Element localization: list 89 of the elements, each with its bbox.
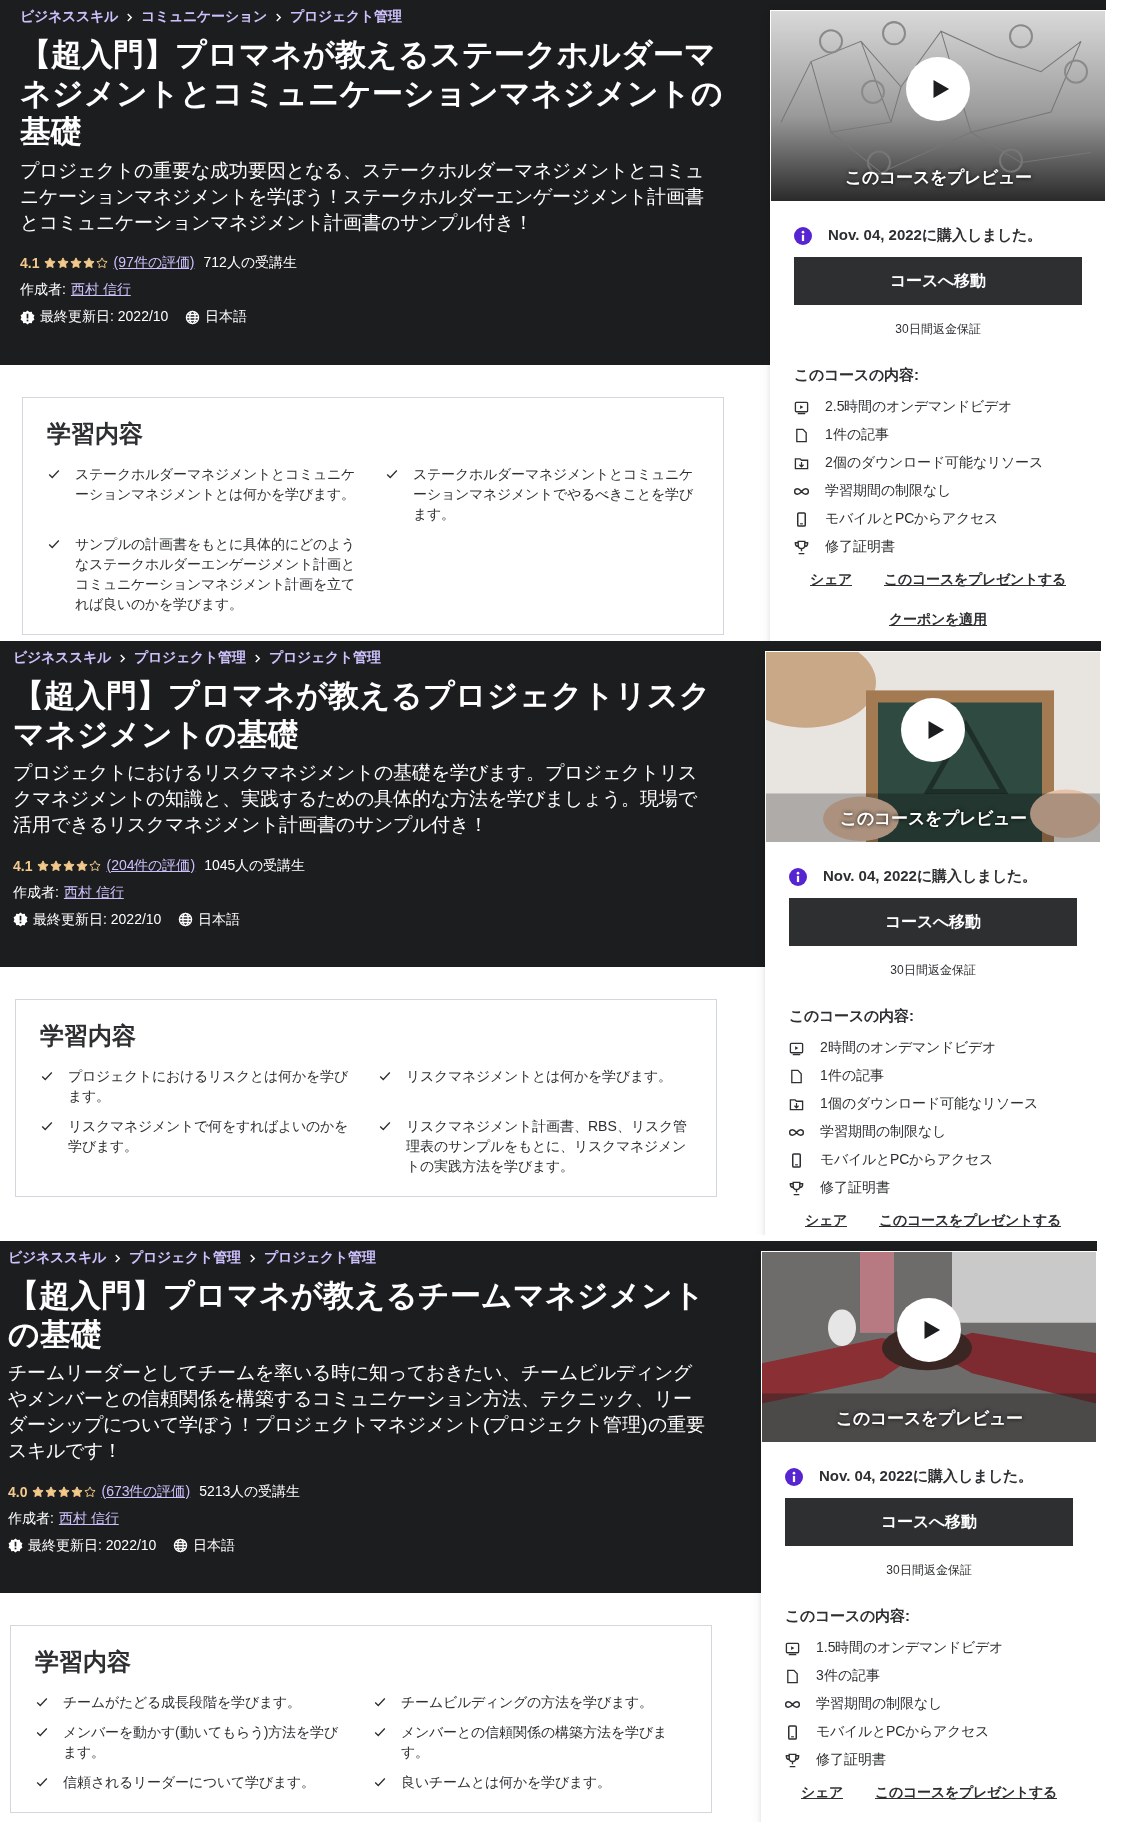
learning-point: サンプルの計画書をもとに具体的にどのようなステークホルダーエンゲージメント計画とコミュニケーションマネジメント計画を立てれば良いのかを学びます。: [75, 534, 356, 614]
learning-point: チームがたどる成長段階を学びます。: [63, 1693, 302, 1712]
learning-point: メンバーを動かす(動いてもらう)方法を学びます。: [63, 1723, 340, 1762]
include-item: 学習期間の制限なし: [825, 482, 951, 500]
breadcrumb-link[interactable]: プロジェクト管理: [134, 649, 246, 667]
includes-heading: このコースの内容:: [789, 1007, 915, 1026]
author-label: 作成者:: [8, 1509, 54, 1528]
learning-point: メンバーとの信頼関係の構築方法を学びます。: [401, 1723, 668, 1762]
guarantee-note: 30日間返金保証: [894, 321, 982, 338]
go-to-course-button[interactable]: コースへ移動: [794, 257, 1082, 305]
purchase-date: Nov. 04, 2022に購入しました。: [828, 226, 1042, 245]
last-updated: 最終更新日: 2022/10: [28, 1536, 157, 1555]
learn-heading: 学習内容: [40, 1021, 137, 1051]
rating-score: 4.1: [13, 857, 33, 874]
includes-heading: このコースの内容:: [794, 366, 920, 385]
guarantee-note: 30日間返金保証: [885, 1562, 973, 1579]
coupon-link[interactable]: クーポンを適用: [889, 611, 987, 629]
include-item: 修了証明書: [816, 1751, 886, 1769]
course-title: 【超入門】プロマネが教えるチームマネジメントの基礎: [8, 1277, 706, 1354]
student-count: 5213人の受講生: [199, 1482, 301, 1501]
learning-point: リスクマネジメント計画書、RBS、リスク管理表のサンプルをもとに、リスクマネジメントの実践方法を学びます。: [406, 1117, 688, 1176]
learning-point: ステークホルダーマネジメントとコミュニケーションマネジメントとは何かを学びます。: [75, 464, 356, 504]
breadcrumb-link[interactable]: ビジネススキル: [8, 1249, 106, 1267]
student-count: 1045人の受講生: [204, 856, 306, 875]
learning-point: プロジェクトにおけるリスクとは何かを学びます。: [68, 1067, 349, 1106]
learning-point: 良いチームとは何かを学びます。: [401, 1773, 612, 1792]
learning-point: チームビルディングの方法を学びます。: [401, 1693, 654, 1712]
sidebar-link[interactable]: シェア: [810, 571, 852, 589]
include-item: 3件の記事: [816, 1667, 880, 1685]
learn-heading: 学習内容: [47, 418, 144, 449]
author-label: 作成者:: [20, 281, 66, 299]
sidebar-link[interactable]: シェア: [801, 1784, 843, 1802]
include-item: モバイルとPCからアクセス: [820, 1151, 994, 1169]
author-link[interactable]: 西村 信行: [70, 281, 131, 299]
learning-point: 信頼されるリーダーについて学びます。: [63, 1773, 316, 1792]
include-item: 修了証明書: [820, 1179, 890, 1197]
learning-point: リスクマネジメントとは何かを学びます。: [406, 1067, 673, 1086]
reviews-link[interactable]: (673件の評価): [101, 1482, 191, 1501]
language: 日本語: [193, 1536, 236, 1555]
course-title: 【超入門】プロマネが教えるプロジェクトリスクマネジメントの基礎: [13, 677, 712, 754]
author-link[interactable]: 西村 信行: [58, 1509, 119, 1528]
breadcrumb-link[interactable]: プロジェクト管理: [129, 1249, 241, 1267]
include-item: 1件の記事: [820, 1067, 884, 1085]
include-item: 2時間のオンデマンドビデオ: [820, 1039, 996, 1057]
rating-score: 4.0: [8, 1483, 28, 1500]
sidebar-link[interactable]: このコースをプレゼントする: [879, 1212, 1061, 1230]
include-item: 2個のダウンロード可能なリソース: [825, 454, 1043, 472]
last-updated: 最終更新日: 2022/10: [40, 308, 169, 326]
include-item: モバイルとPCからアクセス: [825, 510, 999, 528]
include-item: 学習期間の制限なし: [816, 1695, 942, 1713]
author-link[interactable]: 西村 信行: [63, 883, 124, 902]
last-updated: 最終更新日: 2022/10: [33, 910, 162, 929]
go-to-course-button[interactable]: コースへ移動: [789, 898, 1077, 946]
course-subtitle: プロジェクトにおけるリスクマネジメントの基礎を学びます。プロジェクトリスクマネジメントの知識と、実践するための具体的な方法を学びましょう。現場で活用できるリスクマネジメント計画書のサンプル付き！: [13, 761, 698, 837]
reviews-link[interactable]: (204件の評価): [106, 856, 196, 875]
breadcrumb-link[interactable]: プロジェクト管理: [290, 8, 402, 26]
breadcrumb-link[interactable]: プロジェクト管理: [264, 1249, 376, 1267]
preview-label[interactable]: このコースをプレビュー: [771, 166, 1105, 189]
guarantee-note: 30日間返金保証: [889, 962, 977, 979]
purchase-date: Nov. 04, 2022に購入しました。: [819, 1467, 1033, 1486]
course-subtitle: チームリーダーとしてチームを率いる時に知っておきたい、チームビルディングやメンバーとの信頼関係を構築するコミュニケーション方法、テクニック、リーダーシップについて学ぼう！プロジェクトマネジメント(プロジェクト管理)の重要スキルです！: [8, 1361, 706, 1463]
breadcrumb-link[interactable]: コミュニケーション: [141, 8, 267, 26]
include-item: 2.5時間のオンデマンドビデオ: [825, 398, 1013, 416]
rating-score: 4.1: [20, 255, 40, 271]
learning-point: リスクマネジメントで何をすればよいのかを学びます。: [68, 1117, 349, 1156]
include-item: 1個のダウンロード可能なリソース: [820, 1095, 1038, 1113]
language: 日本語: [205, 308, 248, 326]
include-item: 1.5時間のオンデマンドビデオ: [816, 1639, 1004, 1657]
student-count: 712人の受講生: [203, 254, 297, 272]
include-item: 修了証明書: [825, 538, 895, 556]
course-subtitle: プロジェクトの重要な成功要因となる、ステークホルダーマネジメントとコミュニケーションマネジメントを学ぼう！ステークホルダーエンゲージメント計画書とコミュニケーションマネジメント計画書のサンプル付き！: [20, 158, 705, 235]
learn-heading: 学習内容: [35, 1647, 132, 1677]
breadcrumb-link[interactable]: ビジネススキル: [20, 8, 118, 26]
include-item: 学習期間の制限なし: [820, 1123, 946, 1141]
course-title: 【超入門】プロマネが教えるステークホルダーマネジメントとコミュニケーションマネジメントの基礎: [20, 36, 724, 151]
go-to-course-button[interactable]: コースへ移動: [785, 1498, 1073, 1546]
include-item: モバイルとPCからアクセス: [816, 1723, 990, 1741]
reviews-link[interactable]: (97件の評価): [113, 254, 195, 272]
includes-heading: このコースの内容:: [785, 1607, 911, 1626]
include-item: 1件の記事: [825, 426, 889, 444]
sidebar-link[interactable]: このコースをプレゼントする: [884, 571, 1066, 589]
language: 日本語: [198, 910, 241, 929]
sidebar-link[interactable]: シェア: [805, 1212, 847, 1230]
breadcrumb-link[interactable]: プロジェクト管理: [269, 649, 381, 667]
sidebar-link[interactable]: このコースをプレゼントする: [875, 1784, 1057, 1802]
purchase-date: Nov. 04, 2022に購入しました。: [823, 867, 1037, 886]
learning-point: ステークホルダーマネジメントとコミュニケーションマネジメントでやるべきことを学びます。: [413, 464, 694, 524]
author-label: 作成者:: [13, 883, 59, 902]
breadcrumb-link[interactable]: ビジネススキル: [13, 649, 111, 667]
